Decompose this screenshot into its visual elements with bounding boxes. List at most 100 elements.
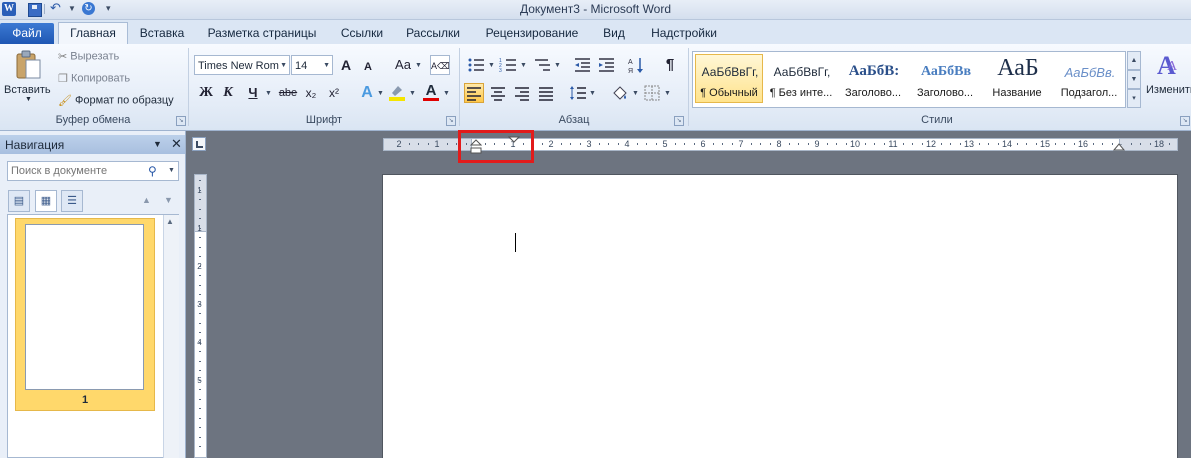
search-options-icon[interactable]: ▼ (168, 167, 175, 174)
search-input[interactable] (11, 165, 141, 177)
multilevel-list-icon[interactable] (532, 55, 552, 75)
ruler-number: 6 (700, 139, 706, 149)
italic-button[interactable]: К (218, 83, 238, 103)
ruler-tick (637, 143, 638, 145)
tab-pages-icon[interactable]: ▦ (35, 190, 57, 212)
align-center-icon[interactable] (488, 83, 508, 103)
next-icon[interactable]: ▼ (164, 195, 173, 205)
style-title[interactable]: АаБ Название (983, 54, 1051, 103)
highlight-icon[interactable] (387, 82, 407, 102)
align-left-icon[interactable] (464, 83, 484, 103)
line-spacing-dropdown-icon[interactable]: ▼ (589, 90, 596, 97)
font-color-icon[interactable]: A (421, 81, 441, 101)
change-case-button[interactable]: Aa (390, 55, 416, 75)
ruler-tick (1140, 143, 1141, 145)
paste-button[interactable]: Вставить (4, 84, 51, 96)
style-normal[interactable]: АаБбВвГг, ¶ Обычный (695, 54, 763, 103)
shrink-font-button[interactable]: A (358, 57, 378, 77)
font-name-dropdown-icon[interactable]: ▼ (280, 56, 287, 76)
tab-references[interactable]: Ссылки (334, 23, 390, 44)
tab-view[interactable]: Вид (596, 23, 632, 44)
paragraph-launcher-icon[interactable]: ↘ (674, 116, 684, 126)
shading-icon[interactable] (610, 83, 630, 103)
svg-text:Я: Я (628, 68, 633, 75)
tab-home[interactable]: Главная (58, 22, 128, 45)
nav-scrollbar[interactable]: ▲ (163, 215, 179, 458)
justify-icon[interactable] (536, 83, 556, 103)
style-subtitle[interactable]: АаБбВв. Подзагол... (1055, 54, 1123, 103)
gallery-scroll-up-icon[interactable]: ▲ (1127, 51, 1141, 70)
clipboard-launcher-icon[interactable]: ↘ (176, 116, 186, 126)
font-size-dropdown-icon[interactable]: ▼ (323, 56, 330, 76)
styles-launcher-icon[interactable]: ↘ (1180, 116, 1190, 126)
font-launcher-icon[interactable]: ↘ (446, 116, 456, 126)
style-no-spacing[interactable]: АаБбВвГг, ¶ Без инте... (767, 54, 835, 103)
right-indent-marker-icon[interactable] (1113, 143, 1125, 151)
font-color-dropdown-icon[interactable]: ▼ (443, 90, 450, 97)
shading-dropdown-icon[interactable]: ▼ (632, 90, 639, 97)
strikethrough-button[interactable]: abe (278, 83, 298, 103)
decrease-indent-icon[interactable] (572, 55, 592, 75)
format-painter-button[interactable]: 🖌 Формат по образцу (58, 94, 174, 107)
title-bar: W ↶ ▼ ↻ ▾ Документ3 - Microsoft Word (0, 0, 1191, 20)
clear-formatting-icon[interactable]: A⌫ (430, 55, 450, 75)
search-icon[interactable]: ⚲ (148, 164, 157, 178)
font-size-combo[interactable]: 14 ▼ (291, 55, 333, 75)
tab-mailings[interactable]: Рассылки (400, 23, 466, 44)
ruler-tick (988, 143, 989, 145)
style-heading-1[interactable]: АаБбВ: Заголово... (839, 54, 907, 103)
group-separator (688, 48, 689, 126)
grow-font-button[interactable]: A (336, 55, 356, 75)
tab-file[interactable]: Файл (0, 23, 54, 44)
numbering-icon[interactable]: 123 (498, 55, 518, 75)
font-name-combo[interactable]: Times New Rom ▼ (194, 55, 290, 75)
cut-button[interactable]: ✂ Вырезать (58, 50, 119, 63)
tab-addins[interactable]: Надстройки (644, 23, 724, 44)
tab-page-layout[interactable]: Разметка страницы (202, 23, 322, 44)
text-effects-dropdown-icon[interactable]: ▼ (377, 90, 384, 97)
numbering-dropdown-icon[interactable]: ▼ (520, 62, 527, 69)
underline-dropdown-icon[interactable]: ▼ (265, 90, 272, 97)
tab-results-icon[interactable]: ☰ (61, 190, 83, 212)
align-right-icon[interactable] (512, 83, 532, 103)
vertical-ruler-tick (199, 218, 201, 219)
multilevel-dropdown-icon[interactable]: ▼ (554, 62, 561, 69)
copy-button[interactable]: ❐ Копировать (58, 72, 130, 85)
change-case-dropdown-icon[interactable]: ▼ (415, 62, 422, 69)
line-spacing-icon[interactable] (568, 83, 588, 103)
document-page[interactable] (382, 174, 1178, 458)
copy-label: Копировать (70, 72, 131, 85)
bold-button[interactable]: Ж (196, 83, 216, 103)
scroll-up-icon[interactable]: ▲ (166, 217, 174, 226)
paste-dropdown-icon[interactable]: ▼ (25, 96, 32, 103)
change-styles-icon[interactable]: AA (1155, 50, 1187, 80)
show-formatting-marks-button[interactable]: ¶ (660, 55, 680, 75)
change-styles-button[interactable]: Изменить стили (1146, 84, 1191, 97)
tab-insert[interactable]: Вставка (134, 23, 190, 44)
underline-button[interactable]: Ч (243, 83, 263, 103)
page-thumbnail[interactable] (25, 224, 144, 390)
ruler-tick (789, 143, 790, 145)
borders-icon[interactable] (642, 83, 662, 103)
previous-icon[interactable]: ▲ (142, 195, 151, 205)
style-heading-2[interactable]: АаБбВв Заголово... (911, 54, 979, 103)
tab-review[interactable]: Рецензирование (478, 23, 586, 44)
increase-indent-icon[interactable] (596, 55, 616, 75)
text-effects-icon[interactable]: A (357, 83, 377, 103)
highlight-dropdown-icon[interactable]: ▼ (409, 90, 416, 97)
bullets-dropdown-icon[interactable]: ▼ (488, 62, 495, 69)
bullets-icon[interactable] (466, 55, 486, 75)
ruler-tick (1055, 143, 1056, 145)
gallery-more-icon[interactable]: ▾ (1127, 89, 1141, 108)
superscript-button[interactable]: x² (324, 83, 344, 103)
group-separator (188, 48, 189, 126)
subscript-button[interactable]: x₂ (301, 83, 321, 103)
vertical-ruler-tick (199, 294, 201, 295)
style-name: ¶ Обычный (700, 87, 758, 99)
gallery-scroll-down-icon[interactable]: ▼ (1127, 70, 1141, 89)
tab-headings-icon[interactable]: ▤ (8, 190, 30, 212)
sort-icon[interactable]: AЯ (626, 55, 646, 75)
search-box[interactable]: ⚲ ▼ (7, 161, 179, 181)
borders-dropdown-icon[interactable]: ▼ (664, 90, 671, 97)
paste-icon[interactable] (12, 50, 44, 80)
